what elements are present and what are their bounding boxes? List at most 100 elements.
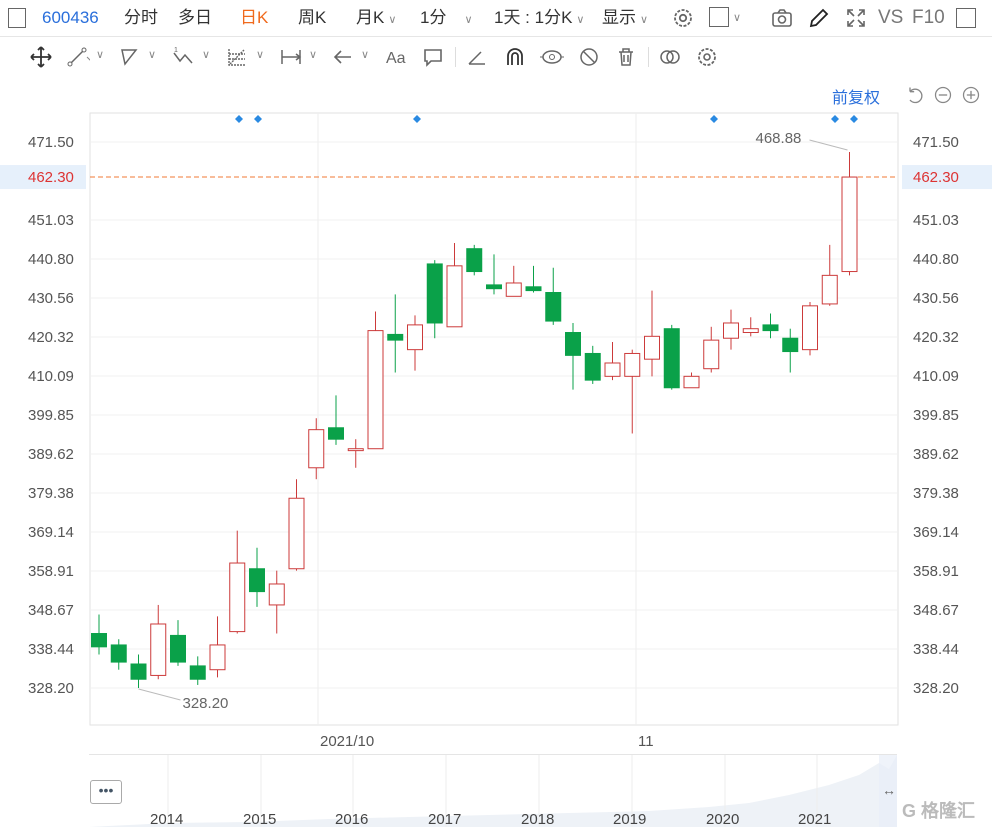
- candle-body[interactable]: [150, 623, 167, 676]
- y-tick-label-left: 420.32: [28, 329, 74, 346]
- candle-body[interactable]: [841, 176, 858, 273]
- candle-body[interactable]: [189, 665, 206, 680]
- event-marker-icon[interactable]: [831, 115, 839, 123]
- candle-body[interactable]: [604, 362, 621, 377]
- nav-year: 2021: [798, 811, 832, 828]
- sidebar-toggle-icon[interactable]: [8, 8, 26, 28]
- comment-icon[interactable]: [420, 45, 446, 69]
- candle-body[interactable]: [644, 335, 660, 360]
- candle-body[interactable]: [367, 330, 384, 450]
- svg-text:1: 1: [174, 47, 178, 54]
- tab-yuek[interactable]: 月K ∨: [356, 0, 396, 36]
- candle-body[interactable]: [762, 324, 779, 332]
- candle-body[interactable]: [110, 644, 127, 663]
- f10-button[interactable]: F10: [912, 0, 945, 36]
- resize-handle-icon[interactable]: ↔: [882, 782, 896, 798]
- y-tick-label-right: 451.03: [913, 212, 959, 229]
- chevron-down-icon[interactable]: ∨: [361, 48, 369, 61]
- chart-style-icon[interactable]: [709, 7, 729, 27]
- arrow-icon[interactable]: [330, 45, 356, 69]
- camera-icon[interactable]: [769, 6, 795, 30]
- compare-icon[interactable]: [657, 45, 683, 69]
- candle-body[interactable]: [130, 663, 147, 680]
- chevron-down-icon[interactable]: ∨: [202, 48, 210, 61]
- event-marker-icon[interactable]: [710, 115, 718, 123]
- candle-body[interactable]: [407, 324, 423, 351]
- line-icon[interactable]: [64, 45, 94, 69]
- navigator[interactable]: [89, 754, 897, 827]
- chevron-down-icon[interactable]: ∨: [148, 48, 156, 61]
- candle-body[interactable]: [466, 248, 483, 273]
- pencil-icon[interactable]: [806, 6, 832, 30]
- display-select[interactable]: 显示 ∨: [602, 0, 648, 36]
- candle-body[interactable]: [209, 644, 226, 671]
- stock-code[interactable]: 600436: [42, 0, 99, 36]
- display-label: 显示: [602, 8, 636, 27]
- candle-body[interactable]: [742, 328, 759, 334]
- candle-body[interactable]: [347, 448, 364, 452]
- candle-body[interactable]: [426, 263, 443, 324]
- chevron-down-icon[interactable]: ∨: [309, 48, 317, 61]
- candle-body[interactable]: [821, 274, 838, 305]
- magnet-icon[interactable]: [502, 45, 528, 69]
- text-icon[interactable]: Aa: [383, 45, 409, 69]
- candle-body[interactable]: [308, 429, 325, 469]
- chevron-down-icon[interactable]: ∨: [96, 48, 104, 61]
- event-marker-icon[interactable]: [235, 115, 243, 123]
- y-tick-label-right: 358.91: [913, 563, 959, 580]
- nav-year: 2016: [335, 811, 369, 828]
- candle-body[interactable]: [782, 337, 799, 353]
- candle-body[interactable]: [249, 568, 265, 593]
- fullscreen-icon[interactable]: [843, 6, 869, 30]
- panel-toggle-icon[interactable]: [956, 8, 976, 28]
- candle-body[interactable]: [584, 352, 601, 381]
- event-marker-icon[interactable]: [413, 115, 421, 123]
- candle-body[interactable]: [170, 634, 186, 663]
- fib-icon[interactable]: [224, 45, 250, 69]
- settings-gear-icon[interactable]: [670, 6, 696, 30]
- candle-body[interactable]: [703, 339, 720, 370]
- vs-button[interactable]: VS: [878, 0, 903, 36]
- eye-off-icon[interactable]: [576, 45, 602, 69]
- event-marker-icon[interactable]: [254, 115, 262, 123]
- candle-body[interactable]: [545, 292, 562, 322]
- candlestick-chart[interactable]: 2021/10 11 471.50 471.50 451.03 451.03 440.80 4…: [0, 80, 992, 755]
- chevron-down-icon[interactable]: ∨: [733, 0, 741, 36]
- chevron-down-icon[interactable]: ∨: [256, 48, 264, 61]
- candle-body[interactable]: [525, 286, 542, 292]
- candle-body[interactable]: [663, 328, 680, 389]
- candle-body[interactable]: [802, 305, 818, 351]
- event-marker-icon[interactable]: [850, 115, 858, 123]
- settings-icon[interactable]: [694, 45, 720, 69]
- candle-body[interactable]: [624, 352, 641, 377]
- tab-duori[interactable]: 多日: [178, 0, 212, 36]
- candle-body[interactable]: [486, 284, 502, 290]
- candle-body[interactable]: [91, 633, 107, 648]
- tab-fenshi[interactable]: 分时: [124, 0, 158, 36]
- y-tick-label-left: 338.44: [28, 641, 74, 658]
- candle-body[interactable]: [229, 562, 246, 633]
- wave-icon[interactable]: 1: [170, 45, 196, 69]
- candle-body[interactable]: [446, 265, 463, 328]
- polyline-icon[interactable]: [116, 45, 142, 69]
- candle-body[interactable]: [565, 332, 581, 356]
- move-icon[interactable]: [28, 45, 54, 69]
- tab-zhouk[interactable]: 周K: [298, 0, 326, 36]
- candle-body[interactable]: [328, 427, 344, 440]
- candle-body[interactable]: [723, 322, 739, 339]
- ruler-icon[interactable]: [464, 45, 490, 69]
- candle-body[interactable]: [288, 497, 305, 570]
- trash-icon[interactable]: [613, 45, 639, 69]
- y-tick-label-left: 471.50: [28, 134, 74, 151]
- candle-body[interactable]: [268, 583, 285, 606]
- more-button[interactable]: •••: [90, 780, 122, 804]
- candle-body[interactable]: [505, 282, 522, 297]
- y-tick-label-left: 379.38: [28, 485, 74, 502]
- candle-body[interactable]: [387, 333, 404, 341]
- candle-body[interactable]: [683, 375, 700, 389]
- tab-1min[interactable]: 1分 ∨: [420, 0, 473, 36]
- interval-select[interactable]: 1天 : 1分K ∨: [494, 0, 584, 36]
- eye-lock-icon[interactable]: [539, 45, 565, 69]
- tab-rik[interactable]: 日K: [240, 0, 268, 36]
- range-icon[interactable]: [278, 45, 304, 69]
